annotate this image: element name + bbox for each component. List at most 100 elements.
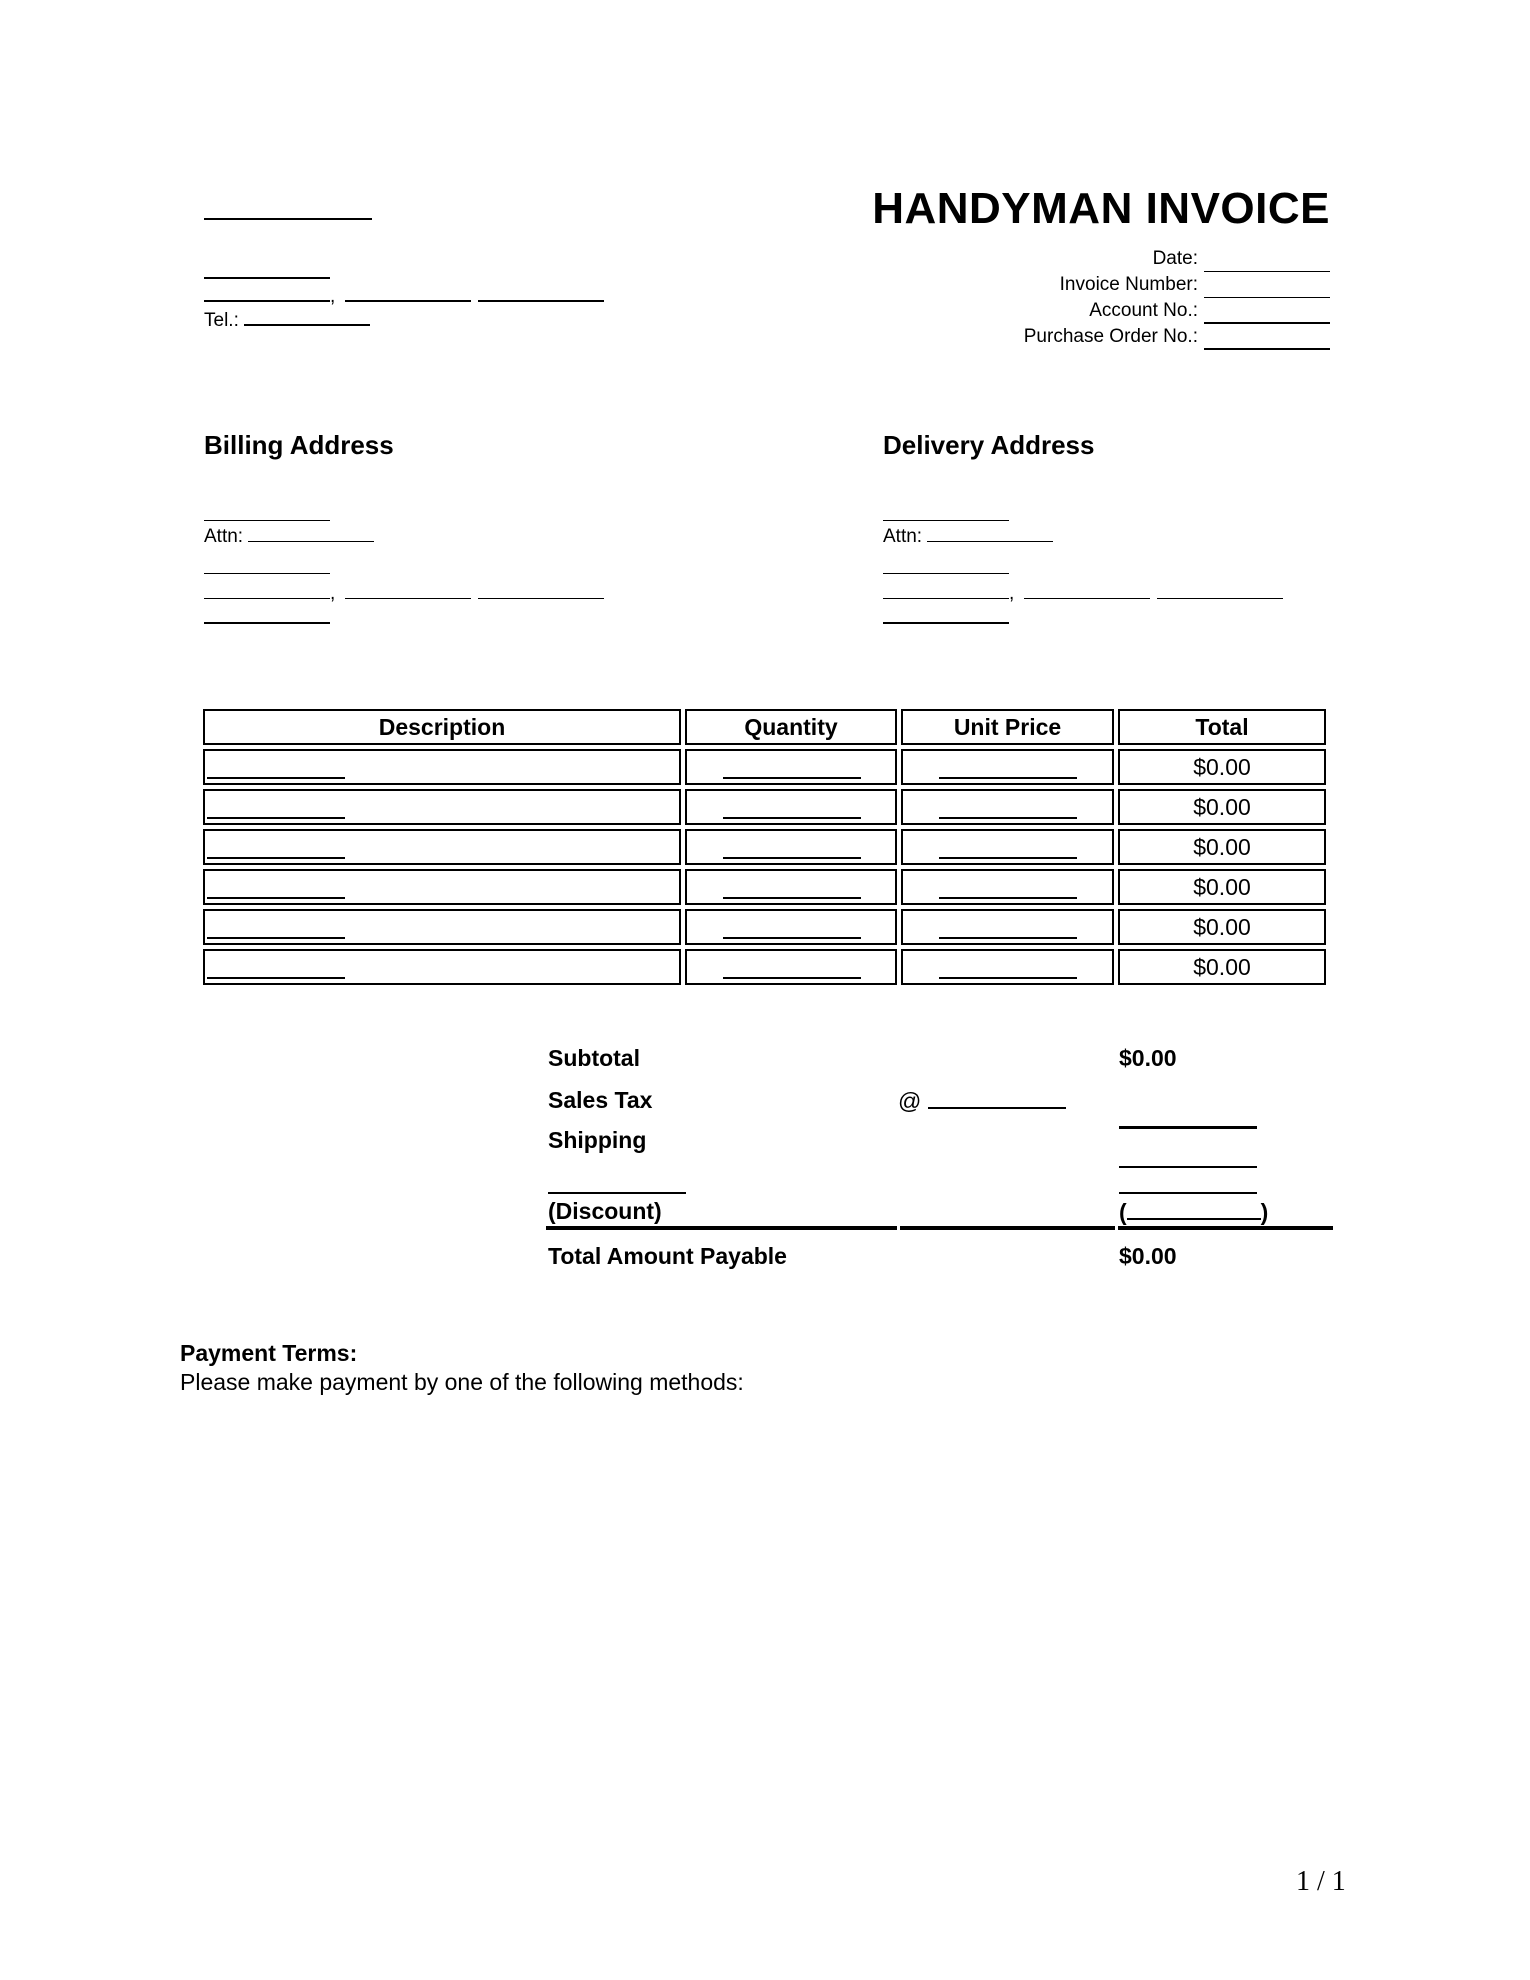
discount-open-paren: ( — [1119, 1199, 1127, 1225]
quantity-field[interactable] — [723, 937, 861, 939]
description-cell[interactable] — [203, 909, 681, 945]
billing-attn-row: Attn: — [204, 523, 375, 549]
unit-price-cell[interactable] — [901, 749, 1114, 785]
row-total: $0.00 — [1118, 749, 1326, 785]
account-no-label: Account No.: — [1089, 300, 1198, 321]
tax-rate-row: @ — [898, 1087, 1066, 1115]
subtotal-label: Subtotal — [548, 1045, 640, 1071]
quantity-field[interactable] — [723, 897, 861, 899]
description-field[interactable] — [207, 977, 345, 979]
row-total: $0.00 — [1118, 909, 1326, 945]
delivery-street-field[interactable] — [883, 555, 1009, 574]
row-total: $0.00 — [1118, 829, 1326, 865]
comma: , — [330, 286, 336, 307]
quantity-cell[interactable] — [685, 789, 897, 825]
billing-city-field[interactable] — [204, 578, 330, 599]
billing-phone-field[interactable] — [204, 604, 330, 624]
quantity-cell[interactable] — [685, 749, 897, 785]
table-row: $0.00 — [203, 869, 1326, 905]
quantity-field[interactable] — [723, 857, 861, 859]
description-cell[interactable] — [203, 749, 681, 785]
description-cell[interactable] — [203, 829, 681, 865]
description-field[interactable] — [207, 937, 345, 939]
row-total: $0.00 — [1118, 789, 1326, 825]
other-charge-amount-field[interactable] — [1119, 1192, 1257, 1194]
unit-price-cell[interactable] — [901, 949, 1114, 985]
quantity-cell[interactable] — [685, 949, 897, 985]
unit-price-cell[interactable] — [901, 789, 1114, 825]
invoice-number-label: Invoice Number: — [1059, 274, 1198, 295]
shipping-label: Shipping — [548, 1127, 647, 1153]
delivery-phone-field[interactable] — [883, 604, 1009, 624]
invoice-number-field[interactable] — [1204, 279, 1330, 298]
total-amount-label: Total Amount Payable — [548, 1243, 787, 1269]
billing-attn-label: Attn: — [204, 526, 244, 547]
delivery-attn-row: Attn: — [883, 523, 1054, 549]
header-unit-price: Unit Price — [901, 709, 1114, 745]
quantity-cell[interactable] — [685, 869, 897, 905]
billing-state-field[interactable] — [344, 578, 471, 599]
delivery-name-field[interactable] — [883, 502, 1009, 521]
date-field[interactable] — [1204, 253, 1330, 272]
billing-street-field[interactable] — [204, 555, 330, 574]
unit-price-field[interactable] — [939, 897, 1077, 899]
billing-attn-field[interactable] — [248, 523, 375, 542]
description-cell[interactable] — [203, 869, 681, 905]
unit-price-field[interactable] — [939, 937, 1077, 939]
delivery-state-field[interactable] — [1023, 578, 1150, 599]
quantity-cell[interactable] — [685, 909, 897, 945]
header-quantity: Quantity — [685, 709, 897, 745]
other-charge-label-field[interactable] — [548, 1192, 686, 1194]
discount-label: (Discount) — [548, 1198, 662, 1224]
po-no-field[interactable] — [1204, 330, 1330, 350]
delivery-city-state-zip-row: , — [883, 578, 1283, 606]
description-cell[interactable] — [203, 789, 681, 825]
company-tel-field[interactable] — [244, 306, 371, 326]
description-field[interactable] — [207, 857, 345, 859]
account-no-field[interactable] — [1204, 304, 1330, 324]
unit-price-field[interactable] — [939, 977, 1077, 979]
payment-terms-text: Please make payment by one of the follow… — [180, 1369, 744, 1395]
page-indicator: 1 / 1 — [1296, 1866, 1346, 1897]
tax-rate-field[interactable] — [927, 1087, 1066, 1109]
billing-zip-field[interactable] — [477, 578, 604, 599]
delivery-attn-label: Attn: — [883, 526, 923, 547]
shipping-amount-field[interactable] — [1119, 1166, 1257, 1168]
unit-price-field[interactable] — [939, 817, 1077, 819]
delivery-city-field[interactable] — [883, 578, 1009, 599]
description-cell[interactable] — [203, 949, 681, 985]
discount-amount-field[interactable] — [1126, 1198, 1261, 1220]
description-field[interactable] — [207, 817, 345, 819]
description-field[interactable] — [207, 777, 345, 779]
company-city-field[interactable] — [204, 280, 330, 302]
quantity-field[interactable] — [723, 817, 861, 819]
unit-price-cell[interactable] — [901, 829, 1114, 865]
company-street-field[interactable] — [204, 259, 330, 279]
company-zip-field[interactable] — [477, 280, 604, 302]
description-field[interactable] — [207, 897, 345, 899]
total-divider — [900, 1226, 1115, 1230]
table-row: $0.00 — [203, 829, 1326, 865]
sales-tax-amount-field[interactable] — [1119, 1126, 1257, 1129]
delivery-zip-field[interactable] — [1156, 578, 1283, 599]
quantity-field[interactable] — [723, 977, 861, 979]
unit-price-field[interactable] — [939, 857, 1077, 859]
unit-price-cell[interactable] — [901, 869, 1114, 905]
table-row: $0.00 — [203, 749, 1326, 785]
company-name-field[interactable] — [204, 200, 372, 220]
total-divider — [1118, 1226, 1333, 1230]
company-tel-row: Tel.: — [204, 306, 371, 333]
delivery-attn-field[interactable] — [927, 523, 1054, 542]
company-state-field[interactable] — [344, 280, 471, 302]
quantity-field[interactable] — [723, 777, 861, 779]
meta-row-invoice-number: Invoice Number: — [1024, 272, 1330, 298]
quantity-cell[interactable] — [685, 829, 897, 865]
document-title: HANDYMAN INVOICE — [872, 184, 1330, 233]
unit-price-cell[interactable] — [901, 909, 1114, 945]
tel-label: Tel.: — [204, 310, 239, 331]
discount-amount-row: () — [1119, 1198, 1268, 1226]
meta-row-po-no: Purchase Order No.: — [1024, 324, 1330, 350]
unit-price-field[interactable] — [939, 777, 1077, 779]
billing-name-field[interactable] — [204, 502, 330, 521]
discount-close-paren: ) — [1260, 1199, 1269, 1225]
